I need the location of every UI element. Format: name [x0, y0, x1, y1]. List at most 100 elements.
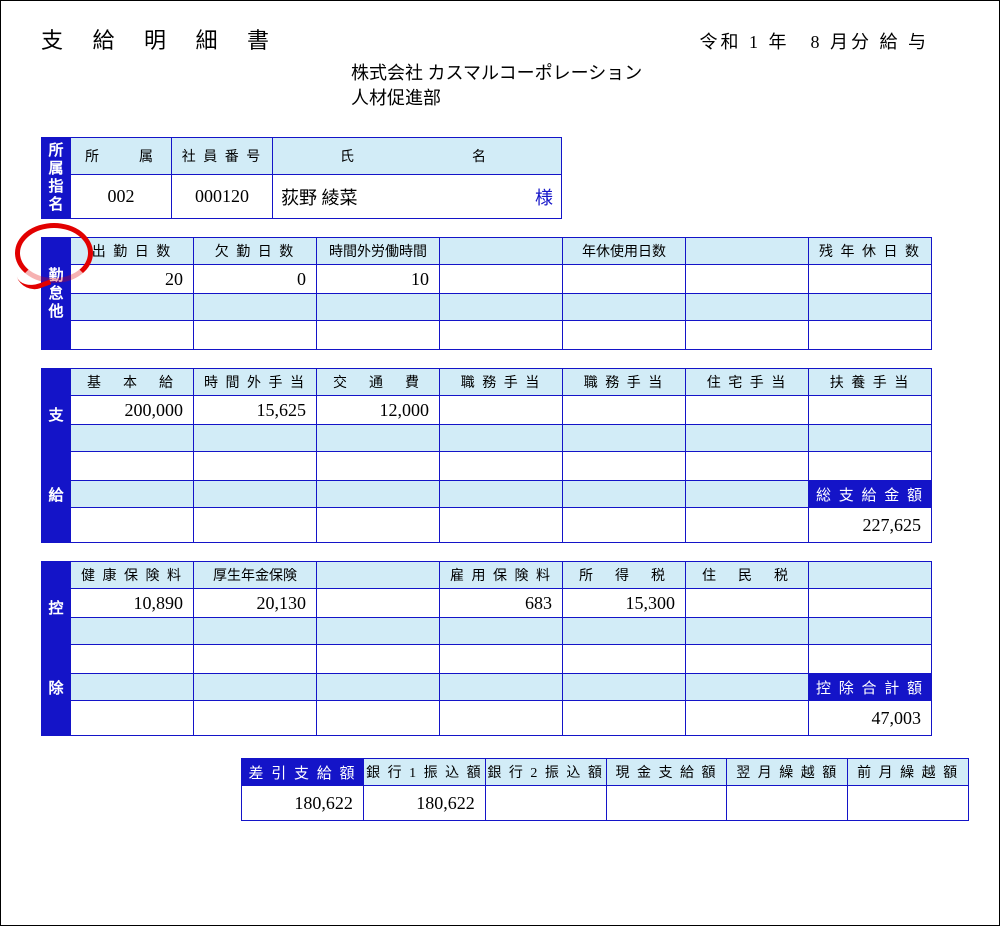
att-v-0: 20 — [71, 265, 194, 294]
info-sama: 様 — [535, 184, 561, 210]
table-cell — [563, 645, 686, 674]
table-cell — [563, 425, 686, 452]
pay-period: 令和 1 年 8 月分 給 与 — [700, 28, 930, 54]
ded-h-6 — [809, 562, 932, 589]
table-cell — [563, 618, 686, 645]
net-v-1: 180,622 — [363, 786, 485, 821]
table-cell — [563, 294, 686, 321]
table-cell — [440, 425, 563, 452]
ded-h-1: 厚生年金保険 — [194, 562, 317, 589]
table-cell — [440, 701, 563, 736]
table-cell — [194, 481, 317, 508]
table-cell — [194, 674, 317, 701]
pay-v-1: 15,625 — [194, 396, 317, 425]
att-v-4 — [563, 265, 686, 294]
table-cell — [71, 425, 194, 452]
net-h-3: 現 金 支 給 額 — [606, 759, 727, 786]
table-cell — [317, 481, 440, 508]
ded-h-5: 住 民 税 — [686, 562, 809, 589]
table-cell — [563, 481, 686, 508]
info-name: 荻野 綾菜 — [273, 184, 358, 210]
table-cell — [317, 425, 440, 452]
table-cell — [440, 508, 563, 543]
table-cell — [194, 618, 317, 645]
table-cell — [71, 701, 194, 736]
table-cell — [563, 321, 686, 350]
table-cell — [686, 701, 809, 736]
info-header-dept: 所 属 — [71, 138, 172, 174]
payment-section: 支 給 基 本 給 時 間 外 手 当 交 通 費 職 務 手 当 職 務 手 … — [41, 368, 969, 543]
table-cell — [686, 618, 809, 645]
deduction-table: 控 除 健 康 保 険 料 厚生年金保険 雇 用 保 険 料 所 得 税 住 民… — [41, 561, 932, 736]
pay-v-2: 12,000 — [317, 396, 440, 425]
table-cell — [317, 321, 440, 350]
pay-h-1: 時 間 外 手 当 — [194, 369, 317, 396]
info-header-empno: 社 員 番 号 — [172, 138, 273, 174]
pay-v-6 — [809, 396, 932, 425]
table-cell — [317, 618, 440, 645]
deduction-total: 47,003 — [809, 701, 932, 736]
net-v-2 — [485, 786, 606, 821]
table-cell — [71, 452, 194, 481]
table-cell — [809, 425, 932, 452]
table-cell — [440, 481, 563, 508]
net-v-5 — [848, 786, 969, 821]
pay-v-0: 200,000 — [71, 396, 194, 425]
table-cell — [686, 508, 809, 543]
deduction-slab-2: 除 — [44, 680, 68, 698]
net-v-4 — [727, 786, 848, 821]
ded-v-2 — [317, 589, 440, 618]
payment-slab-2: 給 — [44, 487, 68, 505]
table-cell — [317, 701, 440, 736]
pay-h-5: 住 宅 手 当 — [686, 369, 809, 396]
att-h-2: 時間外労働時間 — [317, 238, 440, 265]
table-cell — [71, 645, 194, 674]
info-header-name: 氏 名 — [273, 138, 562, 174]
att-v-2: 10 — [317, 265, 440, 294]
payment-total-label: 総 支 給 金 額 — [809, 481, 932, 508]
table-cell — [809, 294, 932, 321]
info-slab: 所属指名 — [42, 138, 71, 219]
deduction-slab: 控 除 — [42, 562, 71, 736]
ded-v-3: 683 — [440, 589, 563, 618]
pay-h-2: 交 通 費 — [317, 369, 440, 396]
net-h-0: 差 引 支 給 額 — [242, 759, 364, 786]
table-cell — [686, 674, 809, 701]
info-table: 所属指名 所 属 社 員 番 号 氏 名 002 000120 荻野 綾菜 様 — [41, 137, 562, 219]
table-cell — [686, 645, 809, 674]
table-cell — [809, 452, 932, 481]
deduction-slab-1: 控 — [44, 600, 68, 618]
table-cell — [317, 452, 440, 481]
info-dept: 002 — [71, 174, 172, 219]
payment-table: 支 給 基 本 給 時 間 外 手 当 交 通 費 職 務 手 当 職 務 手 … — [41, 368, 932, 543]
net-h-1: 銀 行 1 振 込 額 — [363, 759, 485, 786]
att-h-1: 欠 勤 日 数 — [194, 238, 317, 265]
table-cell — [809, 645, 932, 674]
net-h-5: 前 月 繰 越 額 — [848, 759, 969, 786]
pay-v-3 — [440, 396, 563, 425]
table-cell — [317, 294, 440, 321]
table-cell — [194, 321, 317, 350]
net-h-2: 銀 行 2 振 込 額 — [485, 759, 606, 786]
table-cell — [194, 294, 317, 321]
table-cell — [71, 481, 194, 508]
table-cell — [809, 618, 932, 645]
company-dept: 人材促進部 — [351, 86, 969, 111]
att-h-4: 年休使用日数 — [563, 238, 686, 265]
netpay-table: 差 引 支 給 額 銀 行 1 振 込 額 銀 行 2 振 込 額 現 金 支 … — [241, 758, 969, 821]
attendance-section: 勤怠他 出 勤 日 数 欠 勤 日 数 時間外労働時間 年休使用日数 残 年 休… — [41, 237, 969, 350]
att-h-5 — [686, 238, 809, 265]
info-empno: 000120 — [172, 174, 273, 219]
table-cell — [317, 674, 440, 701]
table-cell — [440, 452, 563, 481]
info-name-cell: 荻野 綾菜 様 — [273, 174, 562, 219]
table-cell — [71, 674, 194, 701]
table-cell — [194, 701, 317, 736]
table-cell — [194, 452, 317, 481]
ded-v-4: 15,300 — [563, 589, 686, 618]
table-cell — [440, 321, 563, 350]
table-cell — [194, 645, 317, 674]
table-cell — [440, 645, 563, 674]
net-v-0: 180,622 — [242, 786, 364, 821]
ded-h-0: 健 康 保 険 料 — [71, 562, 194, 589]
